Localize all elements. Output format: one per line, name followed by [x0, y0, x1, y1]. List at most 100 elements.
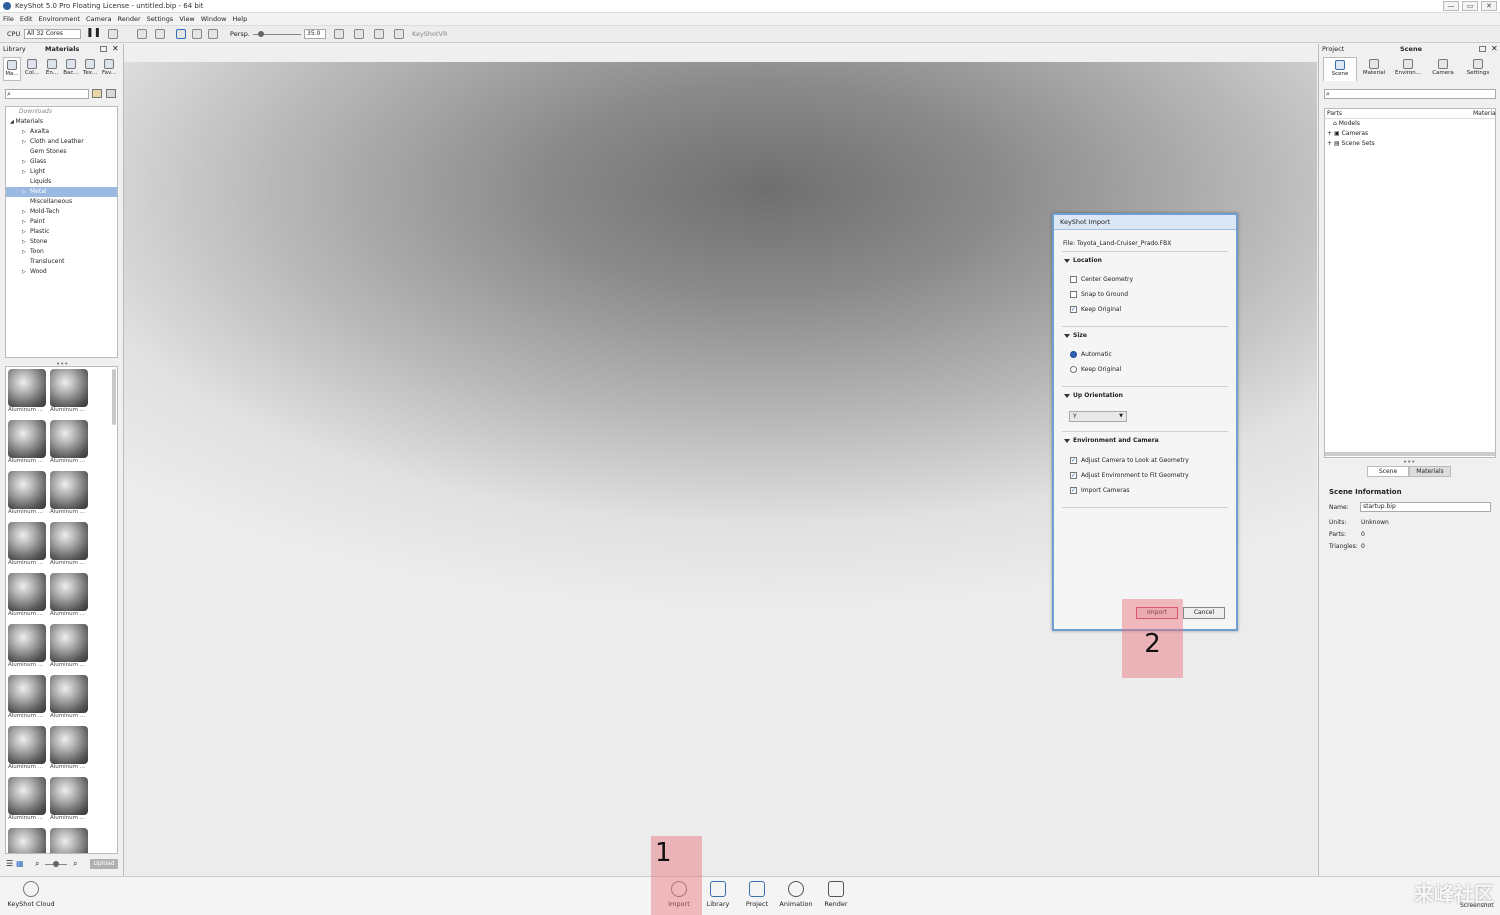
tree-downloads[interactable]: Downloads	[6, 107, 117, 117]
tab-colors[interactable]: Col...	[23, 57, 41, 81]
material-thumbnail[interactable]: Aluminum ...	[8, 471, 48, 521]
pan-icon[interactable]	[374, 29, 384, 39]
region-render-icon[interactable]	[137, 29, 147, 39]
up-orientation-select[interactable]: Y ▼	[1069, 411, 1127, 422]
location-section[interactable]: Location	[1064, 257, 1102, 264]
adjust-environment-checkbox[interactable]: ✓ Adjust Environment to Fit Geometry	[1070, 472, 1189, 479]
material-thumbnail[interactable]: Aluminum ...	[50, 777, 90, 827]
menu-settings[interactable]: Settings	[144, 13, 177, 25]
keyshot-cloud-button[interactable]: KeyShot Cloud	[5, 881, 57, 908]
tree-item[interactable]: ▷ Wood	[6, 267, 117, 277]
tree-item[interactable]: ▷ Axalta	[6, 127, 117, 137]
snap-to-ground-checkbox[interactable]: Snap to Ground	[1070, 291, 1128, 298]
tree-item[interactable]: ▷ Metal	[6, 187, 117, 197]
close-button[interactable]: ✕	[1481, 1, 1497, 11]
float-panel-icon[interactable]	[1479, 46, 1486, 52]
render-toolbar-button[interactable]: Render	[819, 881, 853, 908]
material-thumbnail[interactable]: Aluminum ...	[50, 624, 90, 674]
import-cameras-checkbox[interactable]: ✓ Import Cameras	[1070, 487, 1130, 494]
menu-window[interactable]: Window	[198, 13, 230, 25]
keyshotvr-icon[interactable]	[394, 29, 404, 39]
material-thumbnail[interactable]: Aluminum ...	[8, 675, 48, 725]
cancel-button[interactable]: Cancel	[1183, 607, 1225, 619]
drop-to-ground-icon[interactable]	[208, 29, 218, 39]
geometry-view-icon[interactable]	[334, 29, 344, 39]
material-thumbnail[interactable]: Aluminum ...	[8, 522, 48, 572]
tree-item[interactable]: Liquids	[6, 177, 117, 187]
fit-icon[interactable]	[192, 29, 202, 39]
scene-tree-cameras[interactable]: + ▣ Cameras	[1325, 129, 1495, 139]
tab-settings[interactable]: Settings	[1461, 57, 1495, 81]
zoom-in-icon[interactable]: ⌕	[73, 859, 77, 869]
scene-search-input[interactable]: ⌕	[1324, 89, 1496, 99]
tab-textures[interactable]: Tex...	[81, 57, 99, 81]
thumbnails-scrollbar[interactable]	[112, 369, 116, 425]
upload-button[interactable]: Upload	[90, 859, 118, 869]
close-panel-icon[interactable]: ✕	[1491, 44, 1498, 53]
zoom-out-icon[interactable]: ⌕	[35, 859, 39, 869]
library-toolbar-button[interactable]: Library	[701, 881, 735, 908]
material-thumbnail[interactable]: Aluminum ...	[8, 420, 48, 470]
tab-environments[interactable]: En...	[43, 57, 61, 81]
thumbnail-size-handle[interactable]	[53, 861, 59, 867]
animation-toolbar-button[interactable]: Animation	[779, 881, 813, 908]
center-geometry-checkbox[interactable]: Center Geometry	[1070, 276, 1133, 283]
material-thumbnail[interactable]: Aluminum ...	[8, 573, 48, 623]
fov-input[interactable]: 35.0	[304, 29, 326, 39]
size-section[interactable]: Size	[1064, 332, 1087, 339]
float-panel-icon[interactable]	[100, 46, 107, 52]
fov-slider-handle[interactable]	[258, 31, 264, 37]
material-thumbnail[interactable]: Aluminum ...	[50, 420, 90, 470]
library-search-input[interactable]: ⌕	[5, 89, 89, 99]
tree-item[interactable]: ▷ Plastic	[6, 227, 117, 237]
menu-edit[interactable]: Edit	[17, 13, 36, 25]
menu-render[interactable]: Render	[115, 13, 144, 25]
tree-item[interactable]: ▷ Paint	[6, 217, 117, 227]
material-thumbnail[interactable]: Aluminum ...	[8, 624, 48, 674]
tab-camera[interactable]: Camera	[1426, 57, 1460, 81]
material-thumbnail[interactable]: Aluminum ...	[50, 726, 90, 776]
tree-item[interactable]: ▷ Light	[6, 167, 117, 177]
tree-materials[interactable]: ◢ Materials	[6, 117, 117, 127]
material-thumbnail[interactable]: Aluminum ...	[8, 777, 48, 827]
scene-tree-models[interactable]: ⌂ Models	[1325, 119, 1495, 129]
copy-icon[interactable]	[155, 29, 165, 39]
tab-favorites[interactable]: Fav...	[100, 57, 118, 81]
menu-file[interactable]: File	[0, 13, 17, 25]
material-thumbnail[interactable]: Aluminum ...	[50, 828, 90, 853]
maximize-button[interactable]: ▭	[1462, 1, 1478, 11]
environment-view-icon[interactable]	[354, 29, 364, 39]
material-thumbnail[interactable]: Aluminum ...	[50, 675, 90, 725]
tree-item[interactable]: Miscellaneous	[6, 197, 117, 207]
tree-item[interactable]: ▷ Toon	[6, 247, 117, 257]
menu-help[interactable]: Help	[229, 13, 250, 25]
material-thumbnail[interactable]: Aluminum ...	[8, 369, 48, 419]
tab-material[interactable]: Material	[1357, 57, 1391, 81]
grid-view-icon[interactable]: ▦	[16, 859, 24, 868]
subtab-materials[interactable]: Materials	[1409, 466, 1451, 477]
material-thumbnail[interactable]: Aluminum ...	[50, 369, 90, 419]
cpu-cores-select[interactable]: All 32 Cores	[24, 29, 81, 39]
parts-column-header[interactable]: Parts	[1327, 110, 1342, 117]
splitter-handle[interactable]: •••	[1403, 458, 1415, 466]
tab-backplates[interactable]: Bac...	[62, 57, 80, 81]
tree-item[interactable]: Translucent	[6, 257, 117, 267]
keyshotvr-label[interactable]: KeyShotVR	[412, 28, 448, 40]
scene-name-input[interactable]: startup.bip	[1360, 502, 1491, 512]
tab-materials[interactable]: Ma...	[3, 57, 21, 81]
refresh-icon[interactable]	[176, 29, 186, 39]
tree-item[interactable]: Gem Stones	[6, 147, 117, 157]
tree-item[interactable]: ▷ Mold-Tech	[6, 207, 117, 217]
scene-tree-scene-sets[interactable]: + ▤ Scene Sets	[1325, 139, 1495, 149]
subtab-scene[interactable]: Scene	[1367, 466, 1409, 477]
tab-environment[interactable]: Environ...	[1391, 57, 1425, 81]
project-toolbar-button[interactable]: Project	[740, 881, 774, 908]
tree-item[interactable]: ▷ Stone	[6, 237, 117, 247]
folder-icon[interactable]	[92, 89, 102, 98]
automatic-radio[interactable]: Automatic	[1070, 351, 1112, 358]
menu-view[interactable]: View	[176, 13, 197, 25]
adjust-camera-checkbox[interactable]: ✓ Adjust Camera to Look at Geometry	[1070, 457, 1189, 464]
tree-item[interactable]: ▷ Cloth and Leather	[6, 137, 117, 147]
folder-options-icon[interactable]	[106, 89, 116, 98]
scene-tree-scrollbar[interactable]	[1325, 452, 1495, 456]
